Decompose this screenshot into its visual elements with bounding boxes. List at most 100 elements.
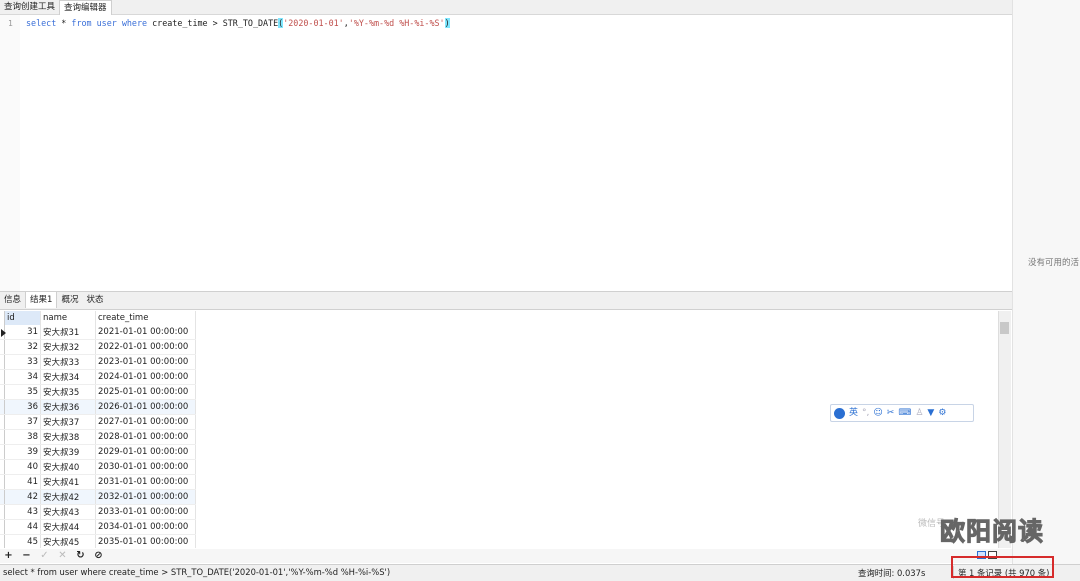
result-tab-bar: 信息 结果1 概况 状态: [0, 291, 1012, 310]
tab-message[interactable]: 信息: [0, 292, 25, 308]
table-cell-create-time[interactable]: 2035-01-01 00:00:00: [95, 534, 196, 548]
table-cell-id[interactable]: 33: [4, 354, 41, 370]
table-cell-create-time[interactable]: 2031-01-01 00:00:00: [95, 474, 196, 490]
status-bar: select * from user where create_time > S…: [0, 564, 1080, 581]
code-token: '2020-01-01': [283, 18, 344, 28]
table-cell-create-time[interactable]: 2034-01-01 00:00:00: [95, 519, 196, 535]
stop-button[interactable]: ⊘: [94, 550, 103, 562]
tab-result-1[interactable]: 结果1: [25, 292, 58, 308]
ime-logo-icon[interactable]: [834, 407, 845, 419]
sql-editor[interactable]: 1 select * from user where create_time >…: [0, 15, 1012, 291]
emoji-icon[interactable]: ☺: [873, 407, 882, 419]
user-icon[interactable]: ♙: [915, 407, 923, 419]
table-cell-id[interactable]: 31: [4, 325, 41, 340]
table-cell-create-time[interactable]: 2026-01-01 00:00:00: [95, 399, 196, 415]
table-cell-name[interactable]: 安大叔42: [40, 489, 96, 505]
scissors-icon[interactable]: ✂: [887, 407, 895, 419]
refresh-button[interactable]: ↻: [76, 550, 85, 562]
column-header-name[interactable]: name: [40, 311, 96, 325]
tab-profile[interactable]: 概况: [57, 292, 82, 308]
table-cell-name[interactable]: 安大叔37: [40, 414, 96, 430]
table-cell-id[interactable]: 44: [4, 519, 41, 535]
table-row[interactable]: 32 安大叔32 2022-01-01 00:00:00: [0, 339, 196, 355]
punctuation-icon[interactable]: °,: [862, 407, 869, 419]
apply-changes-button[interactable]: ✓: [40, 550, 49, 562]
table-row[interactable]: 42 安大叔42 2032-01-01 00:00:00: [0, 489, 196, 505]
table-cell-create-time[interactable]: 2025-01-01 00:00:00: [95, 384, 196, 400]
gear-icon[interactable]: ⚙: [938, 407, 946, 419]
table-cell-create-time[interactable]: 2032-01-01 00:00:00: [95, 489, 196, 505]
table-cell-create-time[interactable]: 2024-01-01 00:00:00: [95, 369, 196, 385]
tab-query-builder[interactable]: 查询创建工具: [0, 0, 59, 14]
ime-language-toggle[interactable]: 英: [849, 407, 858, 419]
table-cell-id[interactable]: 38: [4, 429, 41, 445]
table-cell-id[interactable]: 39: [4, 444, 41, 460]
table-cell-create-time[interactable]: 2027-01-01 00:00:00: [95, 414, 196, 430]
table-cell-name[interactable]: 安大叔36: [40, 399, 96, 415]
table-cell-name[interactable]: 安大叔43: [40, 504, 96, 520]
table-cell-name[interactable]: 安大叔38: [40, 429, 96, 445]
table-cell-create-time[interactable]: 2029-01-01 00:00:00: [95, 444, 196, 460]
table-row[interactable]: 44 安大叔44 2034-01-01 00:00:00: [0, 519, 196, 535]
table-row[interactable]: 37 安大叔37 2027-01-01 00:00:00: [0, 414, 196, 430]
delete-record-button[interactable]: −: [22, 550, 31, 562]
result-table: id name create_time 31 安大叔31 2021-01-01 00…: [0, 311, 196, 548]
table-cell-id[interactable]: 41: [4, 474, 41, 490]
table-cell-create-time[interactable]: 2021-01-01 00:00:00: [95, 325, 196, 340]
right-info-panel: 没有可用的活: [1012, 0, 1080, 580]
table-row[interactable]: 39 安大叔39 2029-01-01 00:00:00: [0, 444, 196, 460]
table-row[interactable]: 43 安大叔43 2033-01-01 00:00:00: [0, 504, 196, 520]
table-cell-create-time[interactable]: 2033-01-01 00:00:00: [95, 504, 196, 520]
table-cell-name[interactable]: 安大叔34: [40, 369, 96, 385]
line-gutter: [0, 15, 20, 291]
table-cell-name[interactable]: 安大叔41: [40, 474, 96, 490]
query-tab-bar: 查询创建工具 查询编辑器: [0, 0, 1012, 15]
table-cell-name[interactable]: 安大叔32: [40, 339, 96, 355]
add-record-button[interactable]: +: [4, 550, 13, 562]
ime-toolbar[interactable]: 英 °, ☺ ✂ ⌨ ♙ ▼ ⚙: [830, 404, 974, 422]
keyboard-icon[interactable]: ⌨: [898, 407, 911, 419]
table-cell-name[interactable]: 安大叔44: [40, 519, 96, 535]
table-cell-create-time[interactable]: 2022-01-01 00:00:00: [95, 339, 196, 355]
table-row[interactable]: 45 安大叔45 2035-01-01 00:00:00: [0, 534, 196, 548]
code-token: select: [26, 18, 57, 28]
table-row[interactable]: 31 安大叔31 2021-01-01 00:00:00: [0, 325, 196, 340]
column-header-id[interactable]: id: [4, 311, 41, 325]
shirt-icon[interactable]: ▼: [927, 407, 934, 419]
discard-changes-button[interactable]: ✕: [58, 550, 67, 562]
table-cell-id[interactable]: 40: [4, 459, 41, 475]
table-cell-name[interactable]: 安大叔35: [40, 384, 96, 400]
table-cell-id[interactable]: 32: [4, 339, 41, 355]
result-grid[interactable]: id name create_time 31 安大叔31 2021-01-01 00…: [0, 311, 998, 548]
table-cell-id[interactable]: 35: [4, 384, 41, 400]
table-row[interactable]: 38 安大叔38 2028-01-01 00:00:00: [0, 429, 196, 445]
table-cell-id[interactable]: 43: [4, 504, 41, 520]
table-row[interactable]: 40 安大叔40 2030-01-01 00:00:00: [0, 459, 196, 475]
table-row[interactable]: 36 安大叔36 2026-01-01 00:00:00: [0, 399, 196, 415]
table-cell-name[interactable]: 安大叔40: [40, 459, 96, 475]
table-cell-create-time[interactable]: 2023-01-01 00:00:00: [95, 354, 196, 370]
table-cell-id[interactable]: 42: [4, 489, 41, 505]
record-count-highlight: [951, 556, 1054, 578]
table-cell-create-time[interactable]: 2028-01-01 00:00:00: [95, 429, 196, 445]
tab-status[interactable]: 状态: [82, 292, 107, 308]
status-sql-text: select * from user where create_time > S…: [3, 567, 391, 577]
table-row[interactable]: 33 安大叔33 2023-01-01 00:00:00: [0, 354, 196, 370]
table-cell-id[interactable]: 37: [4, 414, 41, 430]
table-cell-create-time[interactable]: 2030-01-01 00:00:00: [95, 459, 196, 475]
table-row[interactable]: 41 安大叔41 2031-01-01 00:00:00: [0, 474, 196, 490]
table-cell-id[interactable]: 34: [4, 369, 41, 385]
column-header-create-time[interactable]: create_time: [95, 311, 196, 325]
table-cell-name[interactable]: 安大叔33: [40, 354, 96, 370]
tab-query-editor[interactable]: 查询编辑器: [59, 0, 112, 15]
table-cell-name[interactable]: 安大叔39: [40, 444, 96, 460]
table-cell-id[interactable]: 36: [4, 399, 41, 415]
table-row[interactable]: 34 安大叔34 2024-01-01 00:00:00: [0, 369, 196, 385]
code-line[interactable]: select * from user where create_time > S…: [26, 18, 450, 28]
table-cell-id[interactable]: 45: [4, 534, 41, 548]
table-row[interactable]: 35 安大叔35 2025-01-01 00:00:00: [0, 384, 196, 400]
table-cell-name[interactable]: 安大叔31: [40, 325, 96, 340]
scroll-thumb[interactable]: [1000, 322, 1009, 334]
table-cell-name[interactable]: 安大叔45: [40, 534, 96, 548]
code-token: *: [56, 18, 72, 28]
